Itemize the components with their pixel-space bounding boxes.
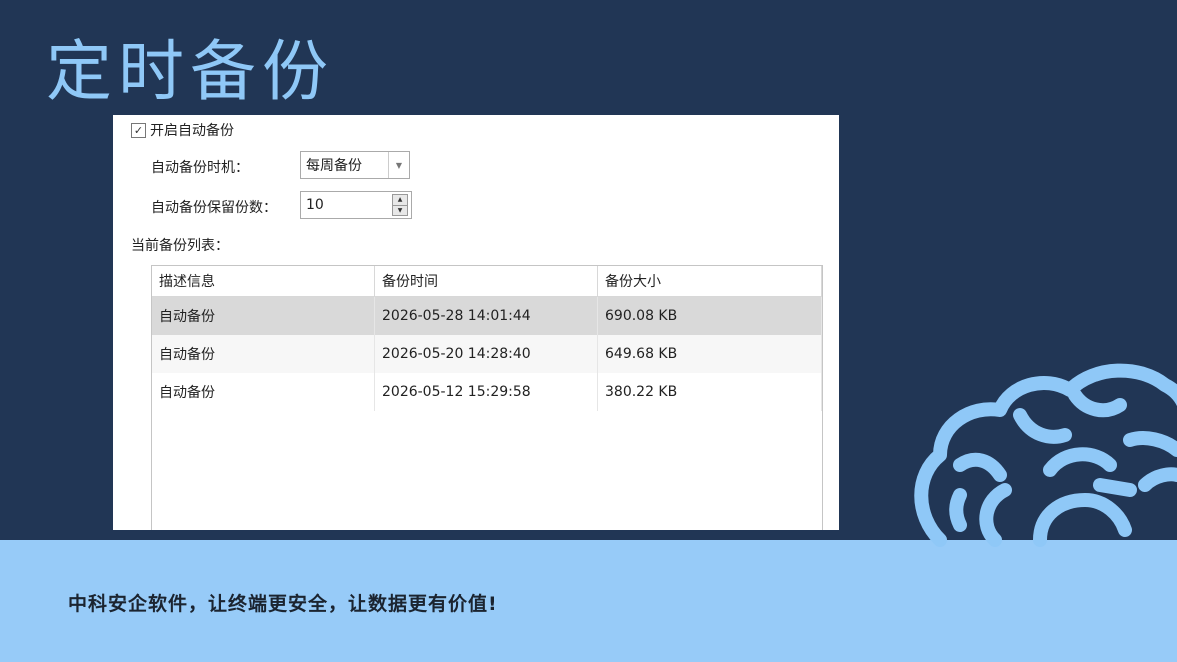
backup-list-table: 描述信息 备份时间 备份大小 自动备份 2026-05-28 14:01:44 …	[151, 265, 823, 530]
retain-count-spinner[interactable]: 10 ▲ ▼	[300, 191, 412, 219]
column-header-description[interactable]: 描述信息	[152, 266, 375, 296]
cell-description: 自动备份	[152, 335, 375, 373]
table-row[interactable]: 自动备份 2026-05-28 14:01:44 690.08 KB	[152, 297, 822, 335]
column-header-size[interactable]: 备份大小	[598, 266, 822, 296]
slogan-text: 中科安企软件，让终端更安全，让数据更有价值!	[68, 593, 498, 615]
table-row[interactable]: 自动备份 2026-05-12 15:29:58 380.22 KB	[152, 373, 822, 411]
chevron-down-icon[interactable]: ▼	[388, 152, 409, 178]
table-row[interactable]: 自动备份 2026-05-20 14:28:40 649.68 KB	[152, 335, 822, 373]
backup-timing-select[interactable]: 每周备份 ▼	[300, 151, 410, 179]
cell-description: 自动备份	[152, 373, 375, 411]
cell-time: 2026-05-20 14:28:40	[375, 335, 598, 373]
enable-auto-backup-checkbox[interactable]: ✓	[131, 122, 146, 138]
cell-description: 自动备份	[152, 297, 375, 335]
cell-size: 690.08 KB	[598, 297, 822, 335]
backup-timing-value: 每周备份	[306, 158, 362, 174]
backup-timing-label: 自动备份时机：	[151, 160, 249, 176]
enable-auto-backup-label: 开启自动备份	[150, 123, 234, 139]
slide-title: 定时备份	[46, 33, 334, 110]
spin-up-icon[interactable]: ▲	[393, 195, 407, 206]
table-header: 描述信息 备份时间 备份大小	[152, 266, 822, 297]
spin-down-icon[interactable]: ▼	[393, 205, 407, 215]
retain-count-value[interactable]: 10	[301, 197, 392, 213]
retain-count-label: 自动备份保留份数：	[151, 200, 277, 216]
backup-settings-panel: ✓ 开启自动备份 自动备份时机： 每周备份 ▼ 自动备份保留份数： 10 ▲ ▼…	[113, 115, 839, 530]
backup-list-label: 当前备份列表：	[131, 238, 229, 254]
column-header-time[interactable]: 备份时间	[375, 266, 598, 296]
cell-size: 649.68 KB	[598, 335, 822, 373]
spinner-buttons: ▲ ▼	[392, 194, 408, 216]
enable-auto-backup[interactable]: ✓ 开启自动备份	[131, 120, 234, 140]
cell-time: 2026-05-12 15:29:58	[375, 373, 598, 411]
brain-icon	[914, 363, 1177, 547]
cell-size: 380.22 KB	[598, 373, 822, 411]
cell-time: 2026-05-28 14:01:44	[375, 297, 598, 335]
